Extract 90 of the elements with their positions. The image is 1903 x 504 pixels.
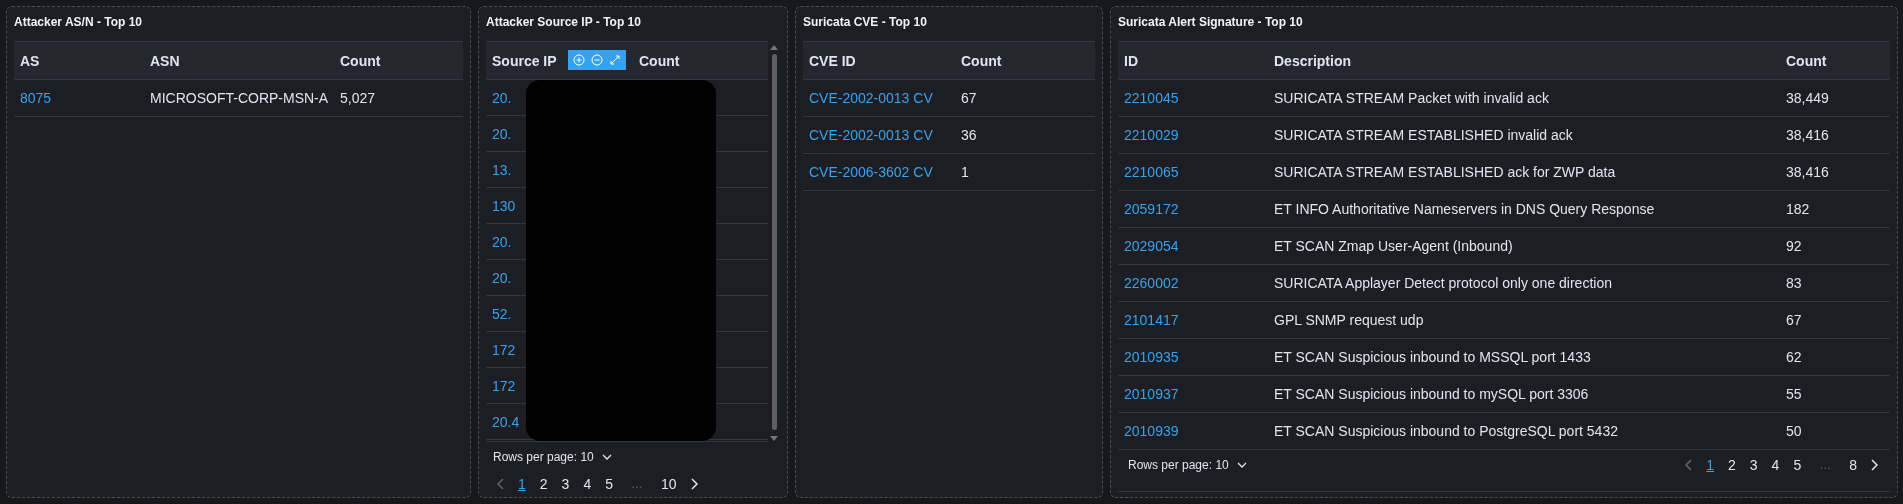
table-cell-text: MICROSOFT-CORP-MSN-A [149, 90, 329, 106]
column-header[interactable]: ID [1118, 52, 1138, 69]
table-link[interactable]: 2059172 [1118, 201, 1179, 217]
table-link[interactable]: 2210045 [1118, 90, 1179, 106]
table-link[interactable]: 2010939 [1118, 423, 1179, 439]
zoom-in-icon[interactable] [573, 54, 585, 66]
panel-title: Suricata CVE - Top 10 [803, 15, 927, 29]
table-link[interactable]: 20. [486, 233, 512, 250]
column-header[interactable]: ASN [144, 52, 180, 69]
column-header[interactable]: Source IP [486, 52, 557, 69]
column-header[interactable]: Count [1780, 52, 1827, 69]
column-header[interactable]: Count [955, 52, 1002, 69]
table-cell-text: 83 [1785, 275, 1802, 291]
table-cell-text: 1 [960, 164, 969, 180]
table-cell-text: 92 [1785, 238, 1802, 254]
table-link[interactable]: 130 [486, 197, 516, 214]
table-cell-text: ET SCAN Suspicious inbound to MSSQL port 1433 [1273, 349, 1591, 365]
table-link[interactable]: CVE-2006-3602 CV [803, 164, 933, 180]
page-button[interactable]: 5 [1789, 454, 1806, 475]
panel-title: Attacker Source IP - Top 10 [486, 15, 641, 29]
table-cell-text: 50 [1785, 423, 1802, 439]
page-button[interactable]: 5 [601, 474, 617, 494]
table-cell-text: 38,416 [1785, 127, 1829, 143]
table-cell-text: 62 [1785, 349, 1802, 365]
table-link[interactable]: 2210065 [1118, 164, 1179, 180]
chevron-down-icon [1236, 461, 1247, 468]
table-cell-text: 67 [960, 90, 977, 106]
table-link[interactable]: 20. [486, 269, 512, 286]
table-link[interactable]: 20. [486, 125, 512, 142]
table-link[interactable]: 172 [486, 377, 516, 394]
table-cell-text: SURICATA STREAM ESTABLISHED ack for ZWP data [1273, 164, 1616, 180]
chevron-down-icon [601, 454, 612, 460]
page-ellipsis: … [630, 477, 644, 491]
page-button[interactable]: 2 [1724, 454, 1740, 475]
table-link[interactable]: 2210029 [1118, 127, 1179, 143]
next-page-icon[interactable] [1871, 458, 1878, 471]
table-link[interactable]: 8075 [14, 90, 52, 106]
column-header[interactable]: Description [1268, 52, 1351, 69]
column-header[interactable]: AS [14, 52, 40, 69]
table-link[interactable]: 2010935 [1118, 349, 1179, 365]
table-link[interactable]: 2010937 [1118, 386, 1179, 402]
expand-icon[interactable] [609, 54, 621, 66]
table-link[interactable]: 52. [486, 305, 512, 322]
column-header[interactable]: Count [334, 52, 381, 69]
table-cell-text: ET INFO Authoritative Nameservers in DNS Query Response [1273, 201, 1655, 217]
table-cell-text: 36 [960, 127, 977, 143]
page-button[interactable]: 1 [514, 474, 530, 494]
table-cell-text: 5,027 [339, 90, 376, 106]
rows-per-page-button[interactable]: Rows per page: 10 [493, 450, 612, 464]
table-link[interactable]: 20.4 [486, 413, 520, 430]
page-button[interactable]: 8 [1845, 454, 1861, 475]
scroll-down-icon[interactable] [770, 436, 778, 441]
rows-per-page-button[interactable]: Rows per page: 10 [1128, 457, 1247, 472]
panel-title: Suricata Alert Signature - Top 10 [1118, 15, 1303, 29]
page-ellipsis: … [1818, 457, 1833, 472]
table-cell-text: ET SCAN Suspicious inbound to PostgreSQL port 5432 [1273, 423, 1618, 439]
table-cell-text: GPL SNMP request udp [1273, 312, 1424, 328]
table-link[interactable]: 13. [486, 161, 512, 178]
table-link[interactable]: 2029054 [1118, 238, 1179, 254]
table-link[interactable]: 2260002 [1118, 275, 1179, 291]
table-link[interactable]: 172 [486, 341, 516, 358]
table-cell-text: 55 [1785, 386, 1802, 402]
table-cell-text: SURICATA STREAM Packet with invalid ack [1273, 90, 1549, 106]
scroll-up-icon[interactable] [770, 45, 778, 50]
table-link[interactable]: CVE-2002-0013 CV [803, 90, 933, 106]
previous-page-icon[interactable] [497, 478, 504, 490]
page-button[interactable]: 3 [557, 474, 574, 494]
next-page-icon[interactable] [690, 478, 698, 490]
page-button[interactable]: 3 [1745, 454, 1762, 475]
page-button[interactable]: 2 [535, 474, 552, 494]
zoom-out-icon[interactable] [591, 54, 603, 66]
table-cell-text: 182 [1785, 201, 1810, 217]
table-cell-text: ET SCAN Suspicious inbound to mySQL port 3306 [1273, 386, 1589, 402]
table-cell-text: SURICATA Applayer Detect protocol only one direction [1273, 275, 1612, 291]
table-cell-text: SURICATA STREAM ESTABLISHED invalid ack [1273, 127, 1573, 143]
page-button[interactable]: 10 [657, 474, 681, 494]
table-cell-text: ET SCAN Zmap User-Agent (Inbound) [1273, 238, 1513, 254]
table-cell-text: 38,449 [1785, 90, 1829, 106]
page-button[interactable]: 1 [1702, 454, 1718, 475]
panel-title: Attacker AS/N - Top 10 [14, 15, 143, 29]
table-cell-text: 38,416 [1785, 164, 1829, 180]
table-link[interactable]: 20. [486, 89, 512, 106]
table-link[interactable]: CVE-2002-0013 CV [803, 127, 933, 143]
page-button[interactable]: 4 [1767, 454, 1784, 475]
table-cell-text: 67 [1785, 312, 1802, 328]
page-button[interactable]: 4 [579, 474, 596, 494]
table-link[interactable]: 2101417 [1118, 312, 1179, 328]
previous-page-icon[interactable] [1685, 458, 1693, 471]
column-header[interactable]: CVE ID [803, 52, 856, 69]
column-header[interactable]: Count [633, 52, 680, 69]
